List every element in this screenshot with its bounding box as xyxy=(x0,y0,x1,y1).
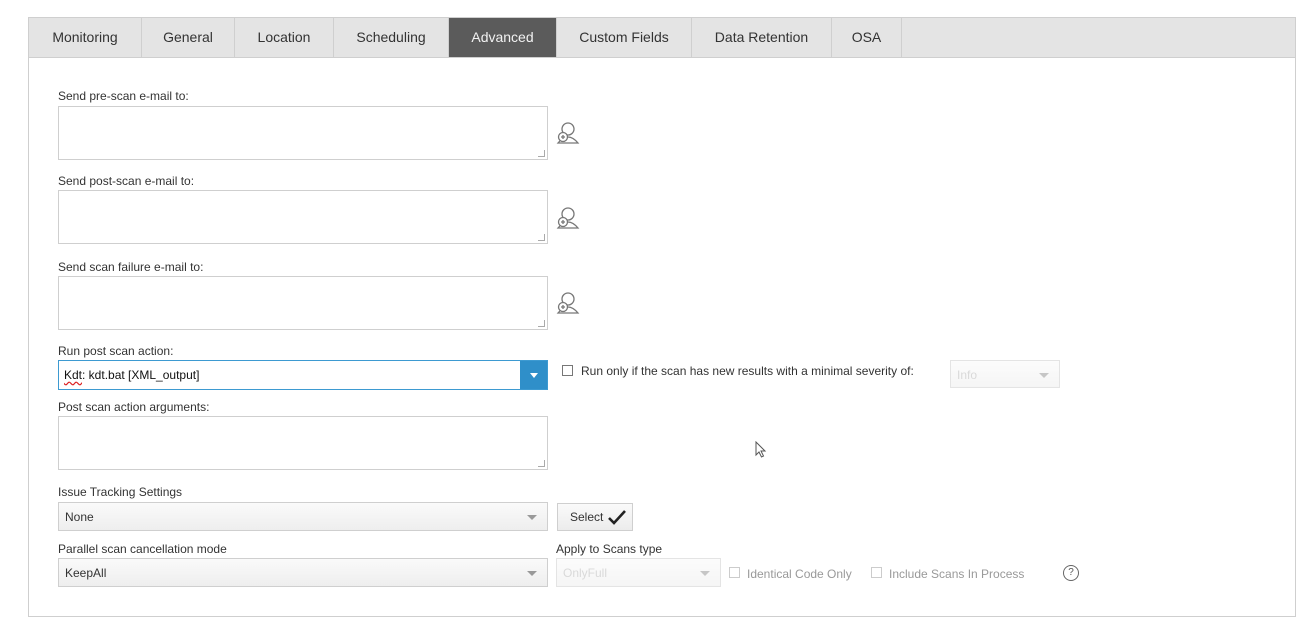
include-in-process-label: Include Scans In Process xyxy=(889,567,1025,581)
post-scan-args-label: Post scan action arguments: xyxy=(58,400,210,414)
post-scan-action-label: Run post scan action: xyxy=(58,344,174,358)
failure-email-field[interactable] xyxy=(58,276,548,330)
tab-bar: Monitoring General Location Scheduling A… xyxy=(28,17,1296,57)
post-scan-email-field[interactable] xyxy=(58,190,548,244)
pre-scan-email-field[interactable] xyxy=(58,106,548,160)
tab-location[interactable]: Location xyxy=(235,18,334,57)
apply-scans-label: Apply to Scans type xyxy=(556,542,663,556)
select-button[interactable]: Select xyxy=(557,503,633,531)
identical-code-checkbox[interactable] xyxy=(729,567,740,578)
mouse-cursor-icon xyxy=(755,441,767,458)
post-scan-email-label: Send post-scan e-mail to: xyxy=(58,174,195,188)
post-scan-args-field[interactable] xyxy=(58,416,548,470)
tab-scheduling[interactable]: Scheduling xyxy=(334,18,449,57)
tab-osa[interactable]: OSA xyxy=(832,18,902,57)
address-book-icon[interactable] xyxy=(554,204,582,232)
parallel-cancel-label: Parallel scan cancellation mode xyxy=(58,542,227,556)
chevron-down-icon xyxy=(1039,373,1049,378)
dropdown-arrow-icon[interactable] xyxy=(520,361,547,389)
issue-tracking-select[interactable]: None xyxy=(58,502,548,531)
tab-monitoring[interactable]: Monitoring xyxy=(29,18,142,57)
failure-email-label: Send scan failure e-mail to: xyxy=(58,260,204,274)
run-only-checkbox[interactable] xyxy=(562,365,573,376)
identical-code-label: Identical Code Only xyxy=(747,567,852,581)
chevron-down-icon xyxy=(700,571,710,576)
include-in-process-checkbox[interactable] xyxy=(871,567,882,578)
tab-custom-fields[interactable]: Custom Fields xyxy=(557,18,692,57)
run-only-label: Run only if the scan has new results wit… xyxy=(581,364,914,378)
advanced-panel: Send pre-scan e-mail to: Send post-scan … xyxy=(28,57,1296,617)
post-scan-action-value: Kdt: kdt.bat [XML_output] xyxy=(64,368,200,382)
chevron-down-icon xyxy=(527,571,537,576)
help-icon[interactable]: ? xyxy=(1063,565,1079,581)
post-scan-action-select[interactable]: Kdt: kdt.bat [XML_output] xyxy=(58,360,548,390)
issue-tracking-label: Issue Tracking Settings xyxy=(58,485,183,499)
tab-advanced[interactable]: Advanced xyxy=(449,18,557,57)
tab-data-retention[interactable]: Data Retention xyxy=(692,18,832,57)
tab-general[interactable]: General xyxy=(142,18,235,57)
address-book-icon[interactable] xyxy=(554,119,582,147)
parallel-cancel-select[interactable]: KeepAll xyxy=(58,558,548,587)
checkmark-icon xyxy=(608,510,626,525)
apply-scans-select[interactable]: OnlyFull xyxy=(556,558,721,587)
severity-select[interactable]: Info xyxy=(950,360,1060,388)
address-book-icon[interactable] xyxy=(554,289,582,317)
pre-scan-email-label: Send pre-scan e-mail to: xyxy=(58,89,189,103)
chevron-down-icon xyxy=(527,515,537,520)
